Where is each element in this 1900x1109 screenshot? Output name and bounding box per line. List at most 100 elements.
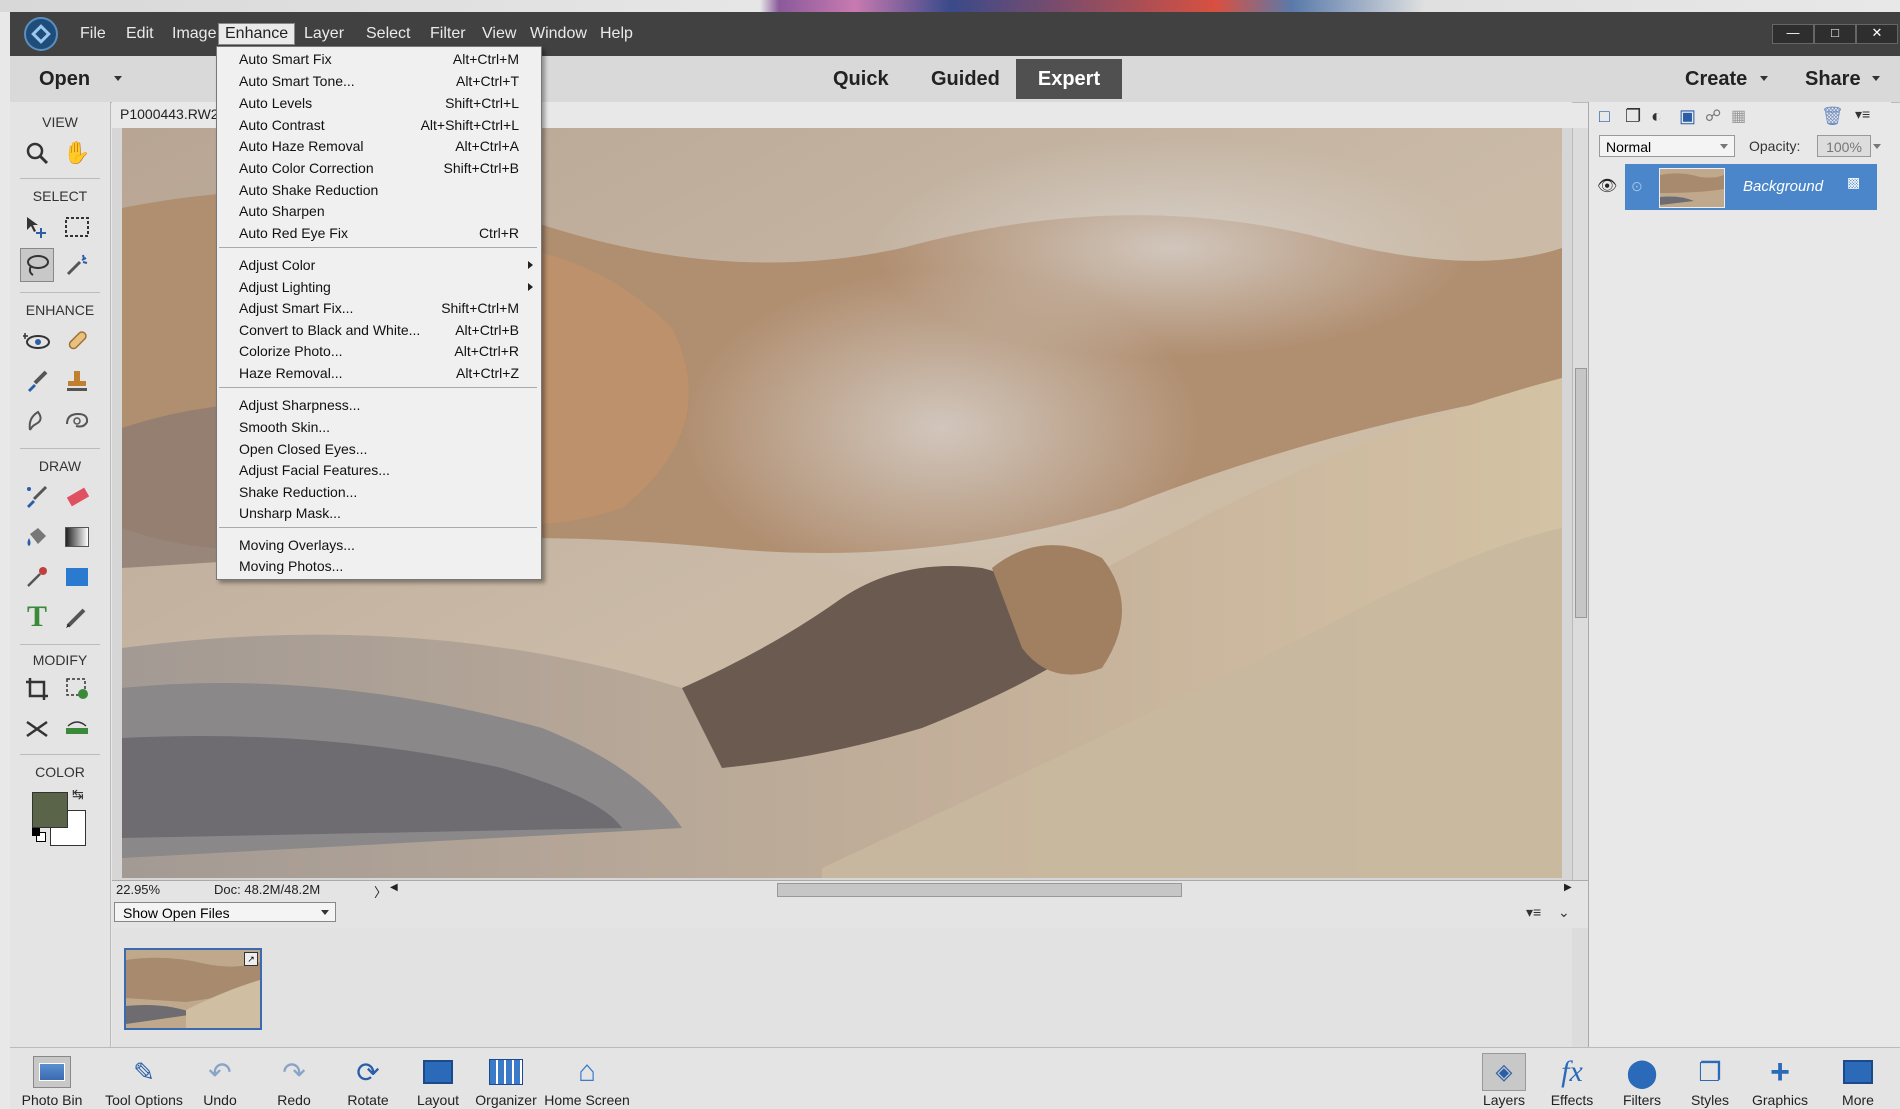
- home-screen-button[interactable]: ⌂ Home Screen: [542, 1048, 632, 1109]
- magic-wand-tool-icon[interactable]: [60, 248, 94, 282]
- photo-bin-button[interactable]: Photo Bin: [20, 1048, 84, 1109]
- canvas-vertical-scrollbar[interactable]: [1572, 128, 1589, 880]
- hand-tool-icon[interactable]: ✋: [60, 136, 94, 170]
- menu-item-colorize-photo[interactable]: Colorize Photo... Alt+Ctrl+R: [217, 341, 541, 362]
- organizer-button[interactable]: Organizer: [472, 1048, 540, 1109]
- menu-item-convert-black-white[interactable]: Convert to Black and White... Alt+Ctrl+B: [217, 320, 541, 341]
- crop-tool-icon[interactable]: [20, 672, 54, 706]
- rotate-button[interactable]: ⟳ Rotate: [340, 1048, 396, 1109]
- menu-item-auto-red-eye-fix[interactable]: Auto Red Eye Fix Ctrl+R: [217, 223, 541, 244]
- menu-item-auto-sharpen[interactable]: Auto Sharpen: [217, 201, 541, 222]
- maximize-button[interactable]: □: [1814, 24, 1856, 44]
- menu-filter[interactable]: Filter: [424, 24, 472, 44]
- menu-item-auto-smart-fix[interactable]: Auto Smart Fix Alt+Ctrl+M: [217, 49, 541, 70]
- type-tool-icon[interactable]: T: [20, 600, 54, 634]
- move-tool-icon[interactable]: [20, 210, 54, 244]
- delete-layer-icon[interactable]: 🗑: [1821, 106, 1844, 127]
- share-button[interactable]: Share: [1790, 65, 1876, 93]
- create-button[interactable]: Create: [1670, 65, 1762, 93]
- show-open-files-dropdown[interactable]: Show Open Files: [114, 902, 336, 922]
- menu-item-auto-smart-tone[interactable]: Auto Smart Tone... Alt+Ctrl+T: [217, 71, 541, 92]
- tool-options-button[interactable]: ✎ Tool Options: [102, 1048, 186, 1109]
- close-button[interactable]: ✕: [1856, 24, 1898, 44]
- layers-button[interactable]: ◈ Layers: [1476, 1048, 1532, 1109]
- lock-icon[interactable]: ☍: [1705, 106, 1721, 126]
- mode-quick[interactable]: Quick: [818, 65, 904, 93]
- default-colors-icon[interactable]: [32, 828, 46, 842]
- photo-bin-scrollbar[interactable]: [1572, 928, 1588, 1048]
- photo-bin-thumbnail[interactable]: ↗: [124, 948, 262, 1030]
- layer-name[interactable]: Background: [1743, 178, 1823, 195]
- eraser-tool-icon[interactable]: [60, 480, 94, 514]
- scroll-left-arrow-icon[interactable]: ◀: [390, 882, 398, 893]
- share-dropdown-arrow-icon[interactable]: [1872, 76, 1880, 81]
- lasso-tool-icon[interactable]: [20, 248, 54, 282]
- filters-button[interactable]: ⬤ Filters: [1614, 1048, 1670, 1109]
- paint-bucket-tool-icon[interactable]: [20, 520, 54, 554]
- horizontal-scrollbar-thumb[interactable]: [777, 883, 1182, 897]
- zoom-level[interactable]: 22.95%: [116, 882, 160, 897]
- menu-item-moving-photos[interactable]: Moving Photos...: [217, 556, 541, 577]
- menu-item-shake-reduction[interactable]: Shake Reduction...: [217, 482, 541, 503]
- panel-menu-icon[interactable]: ▾≡: [1855, 106, 1870, 123]
- swap-colors-icon[interactable]: ↹: [72, 786, 84, 803]
- bin-options-menu-icon[interactable]: ▾≡: [1526, 904, 1541, 921]
- mode-expert[interactable]: Expert: [1016, 59, 1122, 99]
- smart-brush-tool-icon[interactable]: [20, 364, 54, 398]
- menu-item-adjust-facial-features[interactable]: Adjust Facial Features...: [217, 460, 541, 481]
- spot-healing-tool-icon[interactable]: [60, 324, 94, 358]
- create-dropdown-arrow-icon[interactable]: [1760, 76, 1768, 81]
- menu-item-adjust-color[interactable]: Adjust Color: [217, 255, 541, 276]
- menu-item-auto-levels[interactable]: Auto Levels Shift+Ctrl+L: [217, 93, 541, 114]
- menu-select[interactable]: Select: [360, 24, 416, 44]
- redo-button[interactable]: ↷ Redo: [272, 1048, 316, 1109]
- styles-button[interactable]: ❐ Styles: [1682, 1048, 1738, 1109]
- menu-layer[interactable]: Layer: [298, 24, 350, 44]
- menu-item-adjust-lighting[interactable]: Adjust Lighting: [217, 277, 541, 298]
- menu-help[interactable]: Help: [594, 24, 639, 44]
- layout-button[interactable]: Layout: [410, 1048, 466, 1109]
- shape-tool-icon[interactable]: [60, 560, 94, 594]
- opacity-dropdown-arrow-icon[interactable]: [1873, 144, 1881, 149]
- blend-mode-dropdown[interactable]: Normal: [1599, 135, 1735, 157]
- brush-tool-icon[interactable]: [20, 480, 54, 514]
- layer-row-background[interactable]: ⊙ Background ▩: [1625, 164, 1877, 210]
- straighten-tool-icon[interactable]: [60, 712, 94, 746]
- new-layer-icon[interactable]: □: [1599, 106, 1610, 127]
- open-button[interactable]: Open: [24, 65, 105, 93]
- vertical-scrollbar-thumb[interactable]: [1575, 368, 1587, 618]
- layer-visibility-eye-icon[interactable]: 👁: [1597, 176, 1617, 196]
- menu-item-open-closed-eyes[interactable]: Open Closed Eyes...: [217, 439, 541, 460]
- menu-image[interactable]: Image: [166, 24, 222, 44]
- layer-mask-icon[interactable]: ▣: [1679, 106, 1696, 127]
- minimize-button[interactable]: —: [1772, 24, 1814, 44]
- sponge-tool-icon[interactable]: [60, 404, 94, 438]
- foreground-color-swatch[interactable]: [32, 792, 68, 828]
- menu-item-auto-color-correction[interactable]: Auto Color Correction Shift+Ctrl+B: [217, 158, 541, 179]
- menu-item-haze-removal[interactable]: Haze Removal... Alt+Ctrl+Z: [217, 363, 541, 384]
- menu-item-smooth-skin[interactable]: Smooth Skin...: [217, 417, 541, 438]
- gradient-tool-icon[interactable]: [60, 520, 94, 554]
- menu-item-auto-shake-reduction[interactable]: Auto Shake Reduction: [217, 180, 541, 201]
- graphics-button[interactable]: + Graphics: [1746, 1048, 1814, 1109]
- menu-item-unsharp-mask[interactable]: Unsharp Mask...: [217, 503, 541, 524]
- lock-transparency-icon[interactable]: ▦: [1731, 106, 1746, 126]
- menu-item-adjust-sharpness[interactable]: Adjust Sharpness...: [217, 395, 541, 416]
- layer-link-icon[interactable]: ⊙: [1631, 178, 1643, 195]
- open-dropdown-arrow-icon[interactable]: [114, 76, 122, 81]
- effects-button[interactable]: fx Effects: [1544, 1048, 1600, 1109]
- scroll-right-arrow-icon[interactable]: ▶: [1564, 882, 1572, 893]
- clone-stamp-tool-icon[interactable]: [60, 364, 94, 398]
- menu-view[interactable]: View: [476, 24, 522, 44]
- menu-edit[interactable]: Edit: [120, 24, 160, 44]
- blur-tool-icon[interactable]: [20, 404, 54, 438]
- zoom-tool-icon[interactable]: [20, 136, 54, 170]
- more-button[interactable]: More: [1830, 1048, 1886, 1109]
- content-aware-move-tool-icon[interactable]: [20, 712, 54, 746]
- eyedropper-tool-icon[interactable]: [20, 560, 54, 594]
- recompose-tool-icon[interactable]: [60, 672, 94, 706]
- new-group-icon[interactable]: ❐: [1625, 106, 1641, 127]
- menu-item-auto-haze-removal[interactable]: Auto Haze Removal Alt+Ctrl+A: [217, 136, 541, 157]
- opacity-field[interactable]: 100%: [1817, 135, 1871, 157]
- menu-item-adjust-smart-fix[interactable]: Adjust Smart Fix... Shift+Ctrl+M: [217, 298, 541, 319]
